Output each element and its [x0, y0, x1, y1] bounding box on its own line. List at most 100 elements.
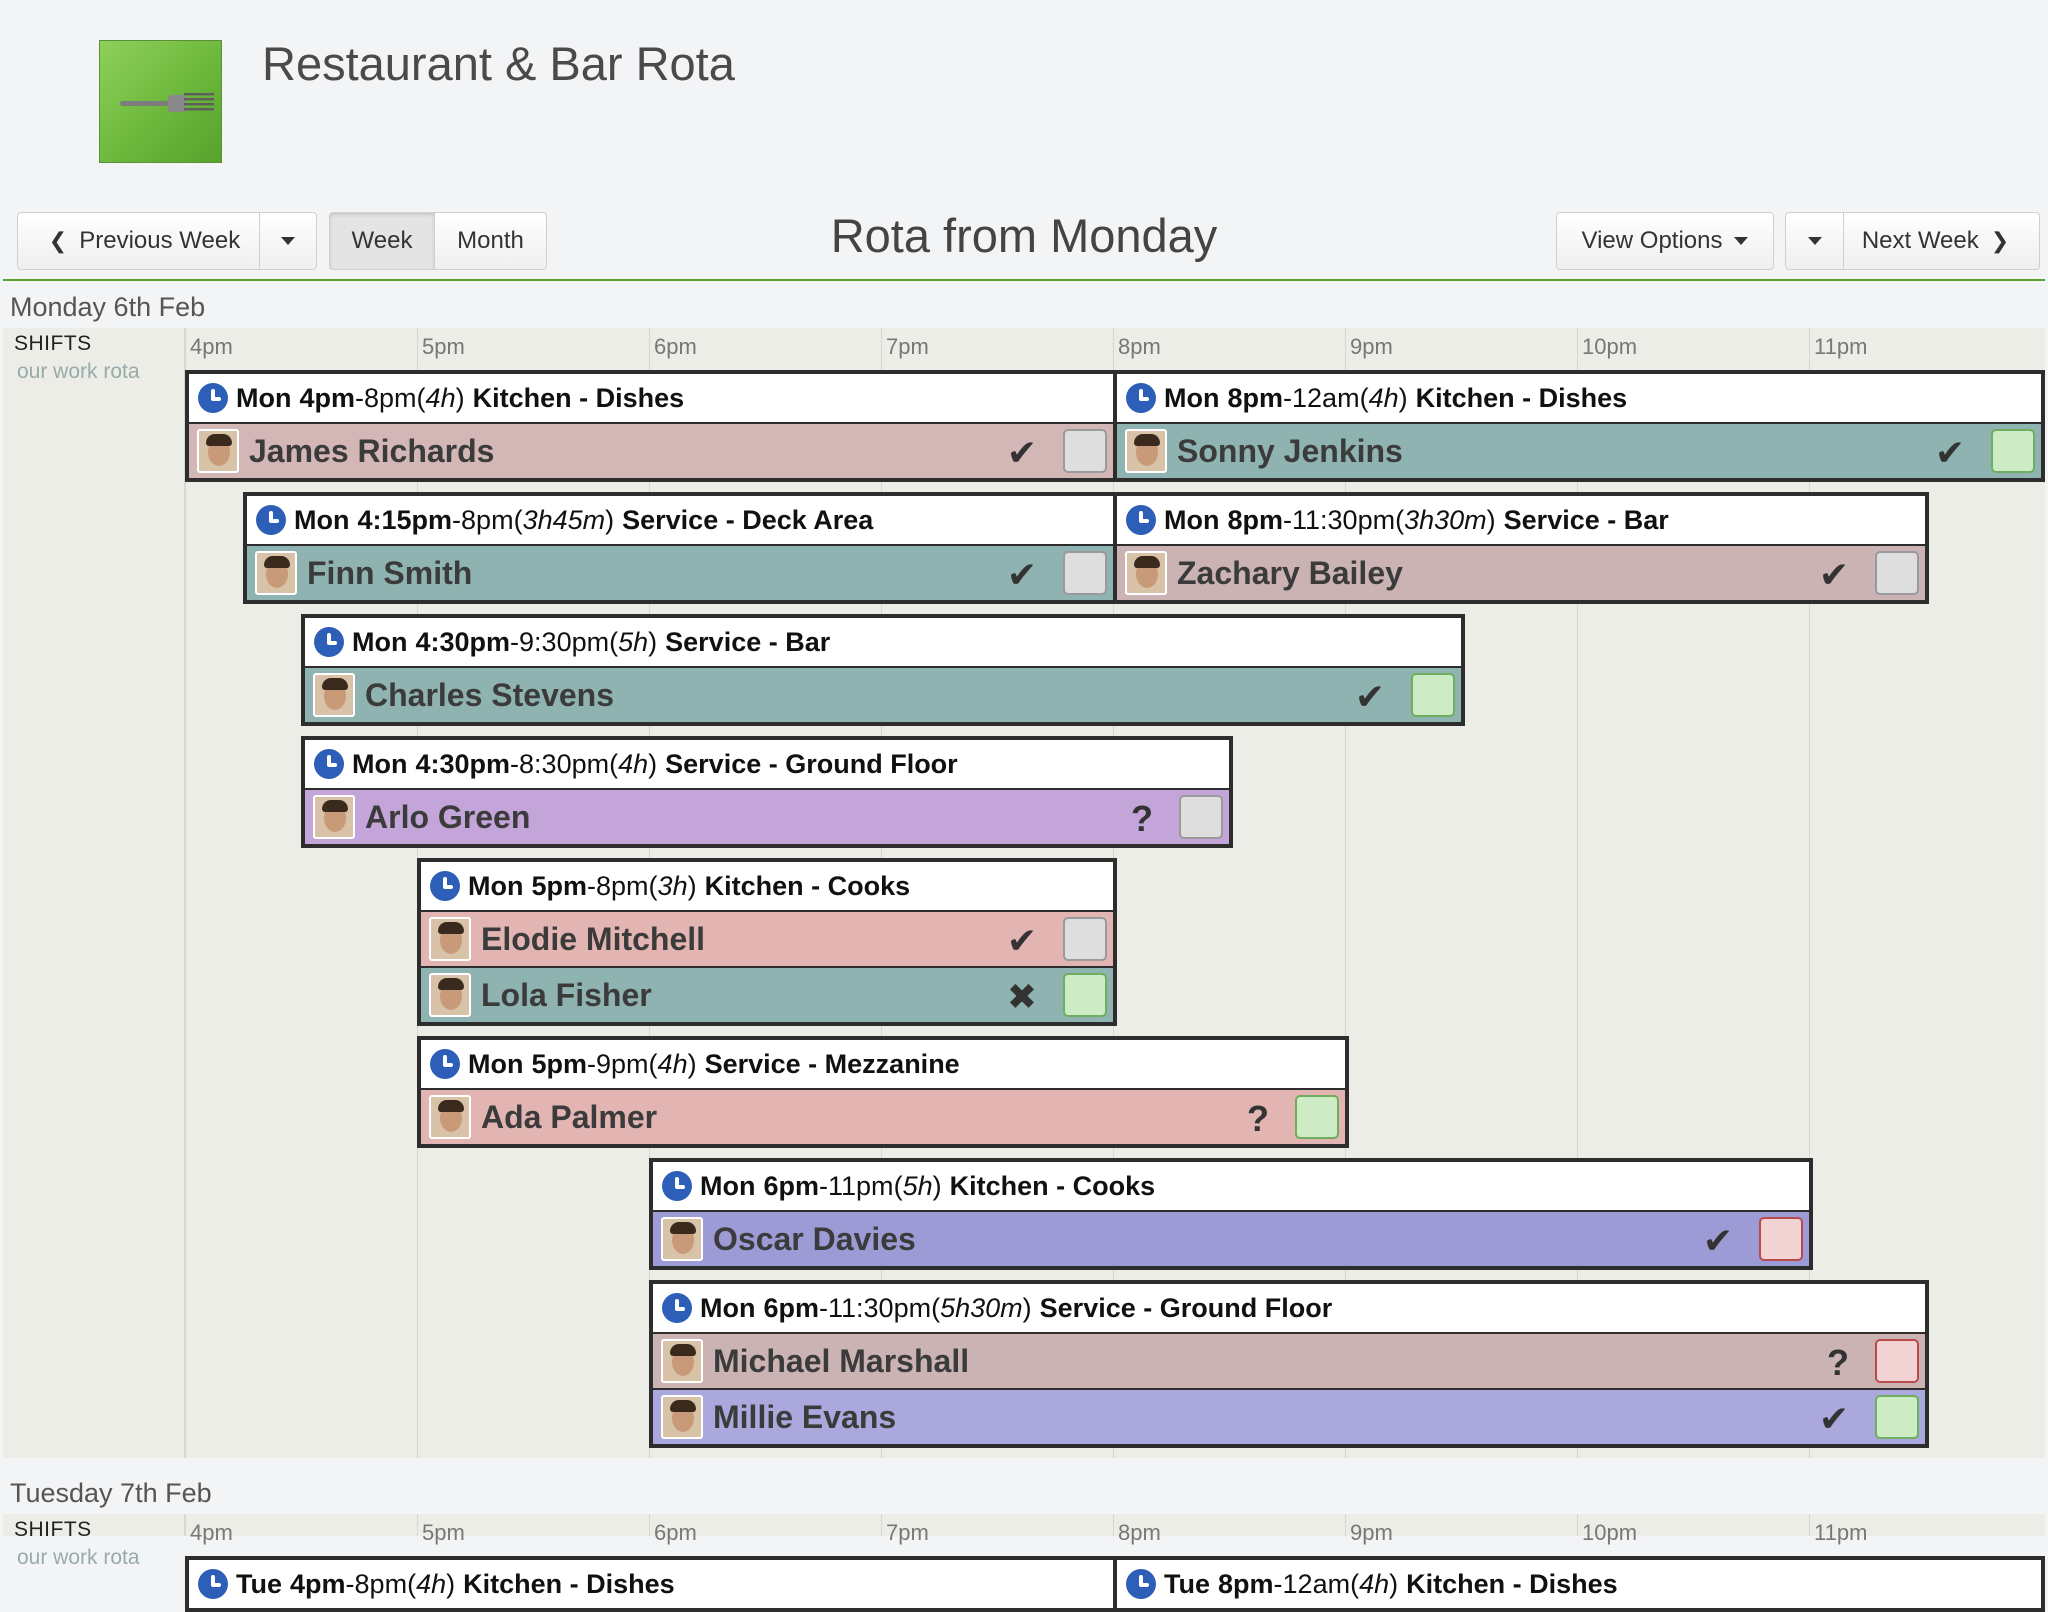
hour-gridline	[417, 1514, 418, 1536]
shift-header[interactable]: Mon 6pm -11:30pm (5h30m) Service - Ground F…	[653, 1284, 1925, 1332]
shift-card[interactable]: Mon 4:30pm -9:30pm (5h) Service - Bar Charle…	[301, 614, 1465, 726]
shift-department: Service - Bar	[665, 626, 831, 657]
shifts-column: SHIFTS our work rota	[3, 328, 185, 1458]
shift-header[interactable]: Mon 4:30pm -8:30pm (4h) Service - Ground Fl…	[305, 740, 1229, 788]
confirm-checkbox[interactable]	[1179, 795, 1223, 839]
shift-end: 8pm	[596, 870, 649, 901]
shift-card[interactable]: Mon 4:30pm -8:30pm (4h) Service - Ground Fl…	[301, 736, 1233, 848]
shift-duration: 4h	[657, 1048, 688, 1079]
clock-icon	[1126, 1569, 1156, 1599]
shift-day: Mon	[236, 382, 292, 413]
avatar-hair	[1134, 434, 1160, 446]
clock-icon	[430, 1049, 460, 1079]
shift-card[interactable]: Mon 6pm -11:30pm (5h30m) Service - Ground F…	[649, 1280, 1929, 1448]
shift-department: Service - Bar	[1503, 504, 1669, 535]
shift-card[interactable]: Mon 4pm -8pm (4h) Kitchen - Dishes James Ric…	[185, 370, 1117, 482]
confirm-checkbox[interactable]	[1991, 429, 2035, 473]
assigned-person[interactable]: Elodie Mitchell ✔	[421, 912, 1113, 966]
shift-day: Mon	[468, 1048, 524, 1079]
hour-label: 4pm	[190, 1520, 233, 1545]
assigned-person[interactable]: James Richards ✔	[189, 424, 1113, 478]
shift-header[interactable]: Mon 8pm -11:30pm (3h30m) Service - Bar	[1117, 496, 1925, 544]
hour-label: 8pm	[1118, 334, 1161, 359]
shift-header[interactable]: Mon 4:30pm -9:30pm (5h) Service - Bar	[305, 618, 1461, 666]
shift-end: 9:30pm	[519, 626, 610, 657]
confirm-checkbox[interactable]	[1411, 673, 1455, 717]
confirm-checkbox[interactable]	[1063, 429, 1107, 473]
clock-icon	[662, 1171, 692, 1201]
person-name: Finn Smith	[307, 554, 473, 591]
toolbar-divider	[3, 279, 2045, 281]
shift-header[interactable]: Mon 4pm -8pm (4h) Kitchen - Dishes	[189, 374, 1113, 422]
view-options-button[interactable]: View Options	[1556, 212, 1774, 270]
assigned-person[interactable]: Millie Evans ✔	[653, 1390, 1925, 1444]
next-week-dropdown[interactable]	[1785, 212, 1844, 270]
check-icon: ✔	[1006, 920, 1037, 961]
confirm-checkbox[interactable]	[1875, 551, 1919, 595]
next-week-button[interactable]: Next Week ❯	[1843, 212, 2040, 270]
assigned-person[interactable]: Sonny Jenkins ✔	[1117, 424, 2041, 478]
previous-week-dropdown[interactable]	[259, 212, 317, 270]
shift-start: 6pm	[763, 1292, 820, 1323]
assigned-person[interactable]: Charles Stevens ✔	[305, 668, 1461, 722]
avatar-hair	[438, 978, 464, 990]
confirm-checkbox[interactable]	[1063, 551, 1107, 595]
hour-label: 10pm	[1582, 1520, 1638, 1545]
avatar	[661, 1217, 703, 1261]
person-name: Charles Stevens	[365, 676, 615, 713]
confirm-checkbox[interactable]	[1295, 1095, 1339, 1139]
shift-card[interactable]: Mon 4:15pm -8pm (3h45m) Service - Deck Area…	[243, 492, 1117, 604]
confirm-checkbox[interactable]	[1063, 917, 1107, 961]
shift-header[interactable]: Mon 5pm -9pm (4h) Service - Mezzanine	[421, 1040, 1345, 1088]
shift-end: 8pm	[364, 382, 417, 413]
shift-duration: 5h30m	[940, 1292, 1023, 1323]
shift-start: 5pm	[531, 1048, 588, 1079]
assigned-person[interactable]: Arlo Green?	[305, 790, 1229, 844]
shift-card[interactable]: Mon 8pm -12am (4h) Kitchen - Dishes Sonny Je…	[1113, 370, 2045, 482]
shift-header[interactable]: Mon 4:15pm -8pm (3h45m) Service - Deck Area	[247, 496, 1113, 544]
confirm-checkbox[interactable]	[1759, 1217, 1803, 1261]
shift-day: Mon	[1164, 382, 1220, 413]
shift-department: Kitchen - Dishes	[1406, 1568, 1618, 1599]
week-view-button[interactable]: Week	[329, 212, 435, 270]
check-icon: ✔	[1006, 432, 1037, 473]
next-week-label: Next Week	[1861, 227, 1979, 254]
assigned-person[interactable]: Zachary Bailey ✔	[1117, 546, 1925, 600]
avatar	[429, 1095, 471, 1139]
clock-icon	[662, 1293, 692, 1323]
clock-icon	[198, 1569, 228, 1599]
confirm-checkbox[interactable]	[1875, 1339, 1919, 1383]
avatar-hair	[1134, 556, 1160, 568]
assigned-person[interactable]: Finn Smith ✔	[247, 546, 1113, 600]
shift-start: 4:30pm	[415, 748, 511, 779]
shift-card[interactable]: Tue 4pm -8pm (4h) Kitchen - Dishes	[185, 1556, 1117, 1612]
previous-week-button[interactable]: ❮ Previous Week	[17, 212, 260, 270]
assigned-person[interactable]: Ada Palmer?	[421, 1090, 1345, 1144]
shift-end: 8:30pm	[519, 748, 610, 779]
shift-day: Mon	[700, 1292, 756, 1323]
shift-department: Service - Ground Floor	[665, 748, 958, 779]
hour-gridline	[649, 1514, 650, 1536]
shift-card[interactable]: Tue 8pm -12am (4h) Kitchen - Dishes	[1113, 1556, 2045, 1612]
shift-day: Mon	[352, 748, 408, 779]
shift-header[interactable]: Mon 8pm -12am (4h) Kitchen - Dishes	[1117, 374, 2041, 422]
assigned-person[interactable]: Oscar Davies ✔	[653, 1212, 1809, 1266]
shift-header[interactable]: Mon 5pm -8pm (3h) Kitchen - Cooks	[421, 862, 1113, 910]
shift-card[interactable]: Mon 6pm -11pm (5h) Kitchen - Cooks Oscar Dav…	[649, 1158, 1813, 1270]
hour-label: 6pm	[654, 334, 697, 359]
shift-header[interactable]: Mon 6pm -11pm (5h) Kitchen - Cooks	[653, 1162, 1809, 1210]
shift-card[interactable]: Mon 5pm -8pm (3h) Kitchen - Cooks Elodie Mit…	[417, 858, 1117, 1026]
shift-start: 5pm	[531, 870, 588, 901]
confirm-checkbox[interactable]	[1875, 1395, 1919, 1439]
shifts-subtitle: our work rota	[17, 1546, 140, 1569]
person-name: Michael Marshall	[713, 1342, 970, 1379]
month-view-button[interactable]: Month	[434, 212, 547, 270]
shift-card[interactable]: Mon 8pm -11:30pm (3h30m) Service - Bar Zacha…	[1113, 492, 1929, 604]
assigned-person[interactable]: Lola Fisher ✖	[421, 968, 1113, 1022]
shift-header[interactable]: Tue 8pm -12am (4h) Kitchen - Dishes	[1117, 1560, 2041, 1608]
assigned-person[interactable]: Michael Marshall?	[653, 1334, 1925, 1388]
confirm-checkbox[interactable]	[1063, 973, 1107, 1017]
shift-department: Kitchen - Dishes	[463, 1568, 675, 1599]
shift-header[interactable]: Tue 4pm -8pm (4h) Kitchen - Dishes	[189, 1560, 1113, 1608]
shift-card[interactable]: Mon 5pm -9pm (4h) Service - Mezzanine Ada Pa…	[417, 1036, 1349, 1148]
